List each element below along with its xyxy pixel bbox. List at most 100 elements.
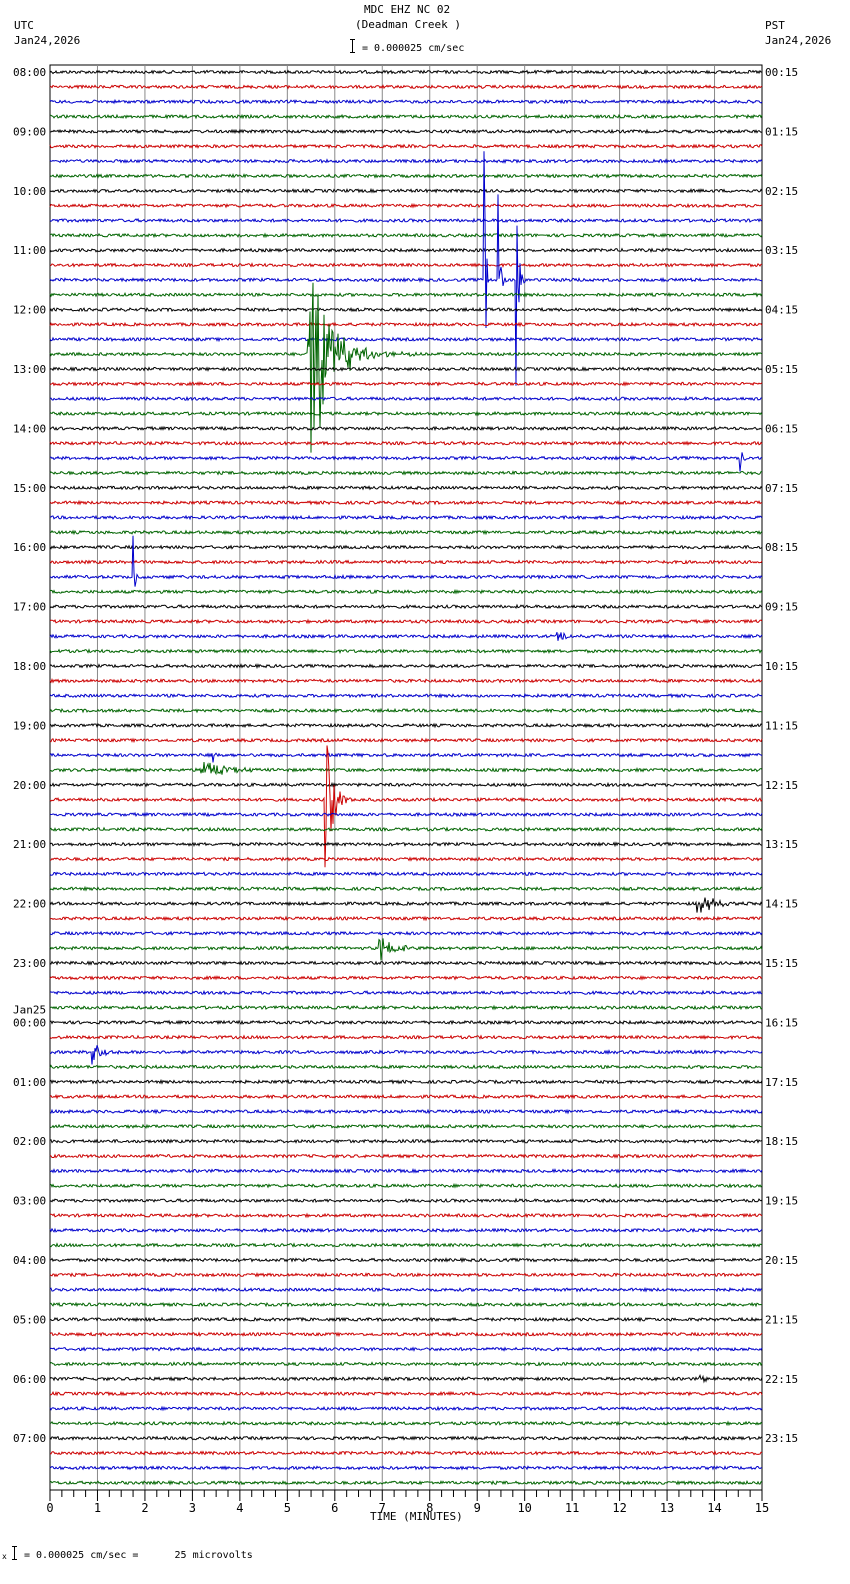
seismic-trace [49,282,763,453]
utc-hour-label: 04:00 [13,1254,46,1267]
seismic-trace [49,395,762,402]
seismic-trace [49,440,763,447]
pst-hour-label: 17:15 [765,1076,798,1089]
x-tick-label: 15 [755,1501,769,1515]
seismic-trace [49,915,763,922]
pst-hour-label: 02:15 [765,185,798,198]
seismic-trace [49,1045,763,1065]
seismic-trace [49,1479,763,1486]
pst-hour-label: 18:15 [765,1135,798,1148]
seismic-trace [49,1361,763,1367]
seismic-trace [49,217,763,224]
x-tick-label: 4 [236,1501,243,1515]
seismic-trace [49,366,763,372]
utc-hour-label: 19:00 [13,719,46,732]
footer-scale-text: = 0.000025 cm/sec = 25 microvolts [24,1550,253,1561]
seismic-trace [49,722,763,729]
seismic-trace [49,98,763,105]
seismic-trace [49,128,763,135]
pst-hour-label: 16:15 [765,1016,798,1029]
seismic-trace [49,321,763,328]
seismic-trace [49,1168,763,1174]
seismic-trace [49,1272,763,1278]
seismic-trace [49,648,763,654]
x-tick-label: 12 [612,1501,626,1515]
seismic-trace [49,336,763,343]
seismic-trace [49,885,763,892]
seismic-trace [49,1197,763,1204]
seismic-trace [50,1316,763,1323]
seismic-trace [49,897,763,913]
seismic-trace [49,1242,763,1248]
helicorder-plot: 0 1 2 3 4 5 6 7 8 9 10 11 12 13 14 1508:0009:0010:0011:… [13,64,798,1515]
utc-hour-label: 13:00 [13,363,46,376]
seismic-trace [49,1004,763,1011]
pst-hour-label: 22:15 [765,1373,798,1386]
seismic-trace [49,173,763,179]
utc-hour-label: 11:00 [13,244,46,257]
seismic-trace [49,1373,763,1384]
seismic-trace [49,618,763,625]
seismic-trace [49,470,763,476]
seismic-trace [49,1212,763,1219]
seismic-trace [49,1465,763,1471]
seismic-trace [49,529,763,536]
utc-hour-label: 21:00 [13,838,46,851]
pst-hour-label: 06:15 [765,422,798,435]
seismic-trace [49,1435,763,1441]
pst-hour-label: 21:15 [765,1313,798,1326]
utc-hour-label: 01:00 [13,1076,46,1089]
seismic-trace [49,143,763,150]
utc-hour-label: 14:00 [13,422,46,435]
seismic-trace [49,692,763,699]
utc-hour-label: 22:00 [13,898,46,911]
seismic-trace [49,113,763,120]
seismic-trace [49,1390,763,1397]
seismic-trace [49,1123,763,1130]
seismic-trace [49,69,763,75]
utc-hour-label: 02:00 [13,1135,46,1148]
seismic-trace [49,1346,763,1352]
seismic-trace [49,975,763,981]
seismic-trace [50,232,763,239]
seismic-trace [49,1257,763,1264]
seismic-trace [49,1034,763,1041]
x-tick-label: 3 [189,1501,196,1515]
utc-hour-label: 03:00 [13,1195,46,1208]
x-tick-label: 14 [707,1501,721,1515]
utc-hour-label: 16:00 [13,541,46,554]
seismic-trace [49,1405,763,1412]
utc-hour-label: 15:00 [13,482,46,495]
pst-hour-label: 08:15 [765,541,798,554]
utc-hour-label: 08:00 [13,66,46,79]
seismic-trace [49,485,763,491]
seismic-trace [49,262,763,268]
seismic-trace [49,291,763,298]
seismic-trace [49,930,763,937]
utc-hour-label: 12:00 [13,304,46,317]
seismic-trace [49,631,763,641]
seismic-trace [49,663,763,670]
x-tick-label: 9 [474,1501,481,1515]
seismic-trace [49,1301,763,1308]
x-tick-label: 10 [517,1501,531,1515]
seismic-trace [49,841,763,848]
pst-hour-label: 12:15 [765,779,798,792]
seismic-trace [49,588,763,595]
seismic-trace [49,1182,763,1189]
seismic-trace [49,544,763,551]
x-tick-label: 2 [141,1501,148,1515]
pst-hour-label: 09:15 [765,601,798,614]
utc-hour-label: 05:00 [13,1313,46,1326]
seismic-trace [49,938,763,961]
utc-hour-label: 00:00 [13,1016,46,1029]
utc-hour-label: 07:00 [13,1432,46,1445]
seismic-trace [49,856,763,862]
seismic-trace [49,960,763,966]
utc-hour-label: 20:00 [13,779,46,792]
pst-hour-label: 05:15 [765,363,798,376]
seismic-trace [49,1227,763,1234]
pst-hour-label: 19:15 [765,1195,798,1208]
seismic-trace [49,1138,763,1144]
utc-hour-label: 17:00 [13,601,46,614]
